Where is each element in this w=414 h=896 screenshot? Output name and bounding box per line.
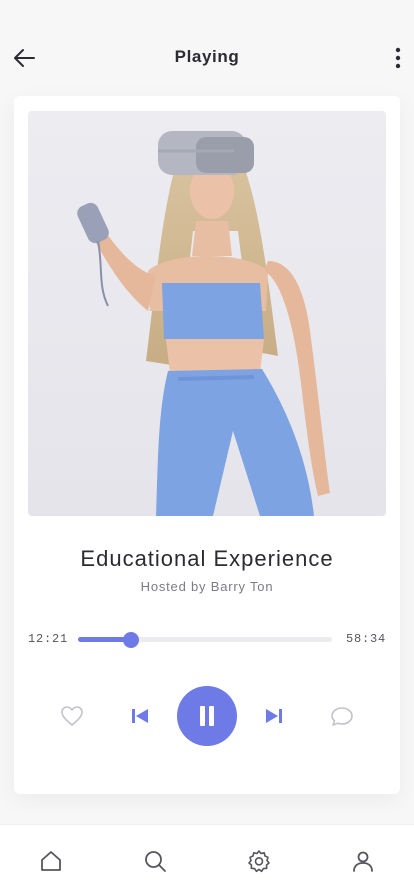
- comments-button[interactable]: [328, 704, 356, 728]
- tab-profile[interactable]: [349, 847, 377, 875]
- episode-cover-image: [28, 111, 386, 516]
- playback-controls: [14, 686, 400, 746]
- like-button[interactable]: [58, 704, 86, 728]
- current-time: 12:21: [28, 632, 69, 646]
- chat-bubble-icon: [331, 707, 353, 726]
- tab-settings[interactable]: [245, 847, 273, 875]
- host-subtitle: Hosted by Barry Ton: [140, 579, 274, 594]
- episode-title: Educational Experience: [80, 546, 334, 571]
- heart-icon: [61, 706, 83, 726]
- page-title: Playing: [174, 47, 240, 66]
- tab-home[interactable]: [37, 847, 65, 875]
- pause-icon: [200, 706, 214, 726]
- home-icon: [41, 851, 61, 871]
- bottom-tab-bar: [0, 824, 414, 896]
- more-options-button[interactable]: [386, 42, 410, 74]
- search-icon: [145, 851, 166, 872]
- skip-next-icon: [266, 709, 282, 723]
- progress-knob[interactable]: [123, 632, 140, 648]
- tab-search[interactable]: [141, 847, 169, 875]
- user-icon: [353, 851, 373, 872]
- previous-button[interactable]: [128, 704, 152, 728]
- player-card: Educational Experience Hosted by Barry T…: [14, 96, 400, 794]
- total-time: 58:34: [345, 632, 386, 646]
- more-vertical-icon: [395, 47, 401, 69]
- settings-icon: [248, 850, 270, 873]
- skip-previous-icon: [132, 709, 148, 723]
- progress-slider[interactable]: [78, 632, 332, 648]
- pause-button[interactable]: [177, 686, 237, 746]
- next-button[interactable]: [262, 704, 286, 728]
